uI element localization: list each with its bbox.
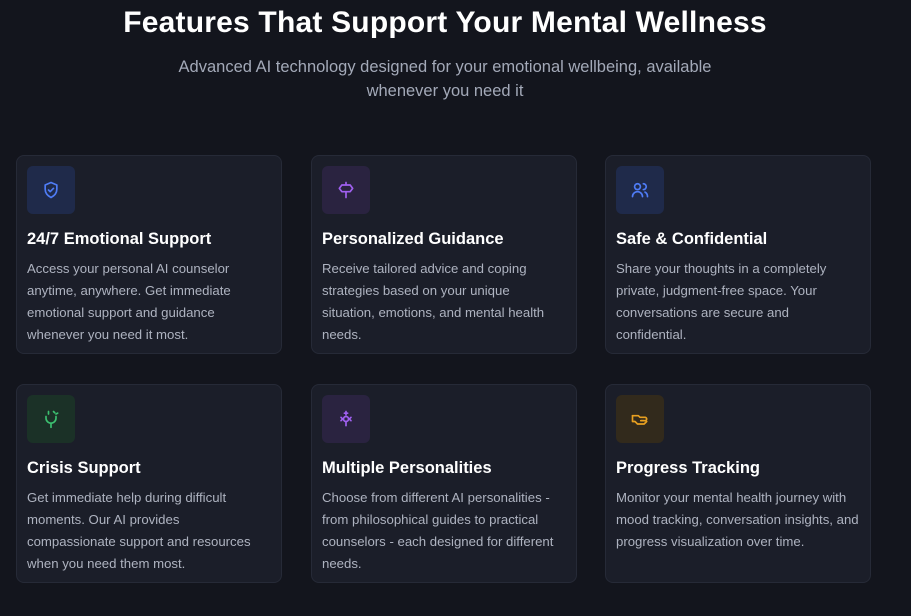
feature-icon-box — [27, 395, 75, 443]
feature-title: Personalized Guidance — [322, 230, 504, 248]
signpost-icon — [336, 180, 356, 200]
personalities-icon — [336, 409, 356, 429]
feature-description: Access your personal AI counselor anytim… — [27, 261, 231, 342]
feature-description: Share your thoughts in a completely priv… — [616, 261, 827, 342]
section-subtitle-line-1: Advanced AI technology designed for your… — [178, 58, 712, 76]
feature-icon-box — [616, 166, 664, 214]
feature-title: 24/7 Emotional Support — [27, 230, 212, 248]
section-subtitle: Advanced AI technology designed for your… — [0, 55, 890, 103]
feature-description: Get immediate help during difficult mome… — [27, 490, 251, 571]
feature-title: Safe & Confidential — [616, 230, 768, 248]
feature-description: Choose from different AI personalities -… — [322, 490, 554, 571]
feature-card-progress-tracking: Progress Tracking Monitor your mental he… — [605, 384, 871, 583]
section-title: Features That Support Your Mental Wellne… — [123, 6, 767, 39]
feature-icon-box — [322, 166, 370, 214]
feature-icon-box — [27, 166, 75, 214]
feature-title: Progress Tracking — [616, 459, 760, 477]
feature-card-personalized-guidance: Personalized Guidance Receive tailored a… — [311, 155, 577, 354]
feature-card-crisis-support: Crisis Support Get immediate help during… — [16, 384, 282, 583]
feature-title: Crisis Support — [27, 459, 141, 477]
shield-check-icon — [41, 180, 61, 200]
feature-description: Monitor your mental health journey with … — [616, 490, 859, 549]
feature-card-emotional-support: 24/7 Emotional Support Access your perso… — [16, 155, 282, 354]
hand-icon — [630, 409, 650, 429]
features-section: Features That Support Your Mental Wellne… — [0, 0, 911, 616]
feature-card-safe-confidential: Safe & Confidential Share your thoughts … — [605, 155, 871, 354]
plug-icon — [41, 409, 61, 429]
feature-description: Receive tailored advice and coping strat… — [322, 261, 545, 342]
feature-icon-box — [616, 395, 664, 443]
feature-icon-box — [322, 395, 370, 443]
feature-card-multiple-personalities: Multiple Personalities Choose from diffe… — [311, 384, 577, 583]
users-icon — [630, 180, 650, 200]
section-subtitle-line-2: whenever you need it — [366, 82, 524, 100]
feature-title: Multiple Personalities — [322, 459, 492, 477]
